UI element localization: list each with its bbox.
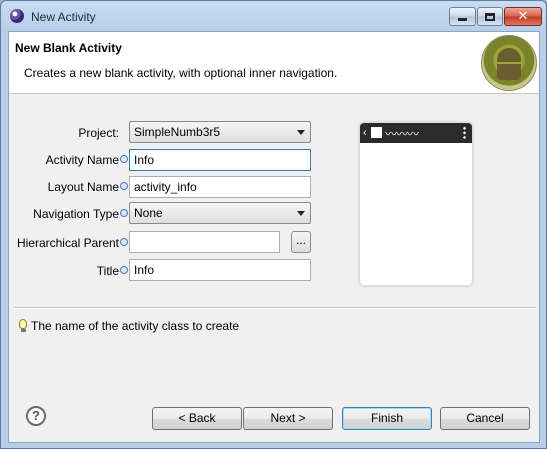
back-button[interactable]: < Back: [152, 407, 242, 430]
maximize-icon: [485, 12, 495, 21]
project-label: Project:: [78, 126, 119, 140]
info-icon: [120, 155, 128, 163]
navigation-type-value: None: [134, 206, 163, 220]
browse-parent-button[interactable]: ...: [291, 231, 311, 253]
hierarchical-parent-field[interactable]: [129, 231, 280, 253]
maximize-button[interactable]: [477, 7, 503, 26]
close-icon: ✕: [517, 9, 529, 24]
info-icon: [120, 238, 128, 246]
minimize-icon: [458, 18, 467, 21]
dialog-body: New Blank Activity Creates a new blank a…: [8, 31, 540, 443]
preview-app-icon: [371, 127, 382, 138]
title-field[interactable]: Info: [129, 259, 311, 281]
close-button[interactable]: ✕: [504, 7, 542, 26]
window-title: New Activity: [31, 10, 96, 24]
android-logo: [481, 35, 537, 91]
project-select-value: SimpleNumb3r5: [134, 125, 221, 139]
status-message: The name of the activity class to create: [31, 319, 240, 333]
android-body-shape: [497, 64, 521, 80]
project-select[interactable]: SimpleNumb3r5: [129, 121, 311, 143]
page-description: Creates a new blank activity, with optio…: [24, 66, 338, 80]
activity-name-field[interactable]: Info: [129, 149, 311, 171]
cancel-button[interactable]: Cancel: [440, 407, 530, 430]
info-icon: [120, 209, 128, 217]
android-head-shape: [497, 48, 521, 62]
preview-up-icon: ‹: [363, 127, 367, 139]
layout-name-label: Layout Name: [47, 180, 119, 194]
chevron-down-icon: [297, 130, 305, 135]
eclipse-icon: [10, 9, 24, 23]
navigation-type-label: Navigation Type: [33, 207, 119, 221]
title-label: Title: [96, 264, 119, 278]
next-button[interactable]: Next >: [243, 407, 333, 430]
activity-name-label: Activity Name: [45, 153, 119, 167]
lightbulb-base: [21, 329, 26, 332]
help-button[interactable]: ?: [26, 406, 46, 426]
wizard-header: New Blank Activity Creates a new blank a…: [9, 32, 539, 94]
preview-action-bar: ‹ 〰〰〰: [360, 123, 472, 143]
minimize-button[interactable]: [449, 7, 476, 26]
layout-name-field[interactable]: activity_info: [129, 176, 311, 198]
navigation-type-select[interactable]: None: [129, 202, 311, 224]
divider: [14, 307, 536, 309]
finish-button[interactable]: Finish: [342, 407, 432, 430]
page-title: New Blank Activity: [15, 41, 122, 55]
activity-preview: ‹ 〰〰〰: [359, 122, 473, 286]
info-icon: [120, 266, 128, 274]
info-icon: [120, 182, 128, 190]
hierarchical-parent-label: Hierarchical Parent: [16, 236, 119, 250]
title-bar[interactable]: New Activity ✕: [1, 1, 546, 31]
preview-title: 〰〰〰: [385, 127, 419, 141]
chevron-down-icon: [297, 211, 305, 216]
dialog-window: New Activity ✕ New Blank Activity Create…: [0, 0, 547, 449]
overflow-menu-icon: [463, 126, 466, 140]
lightbulb-icon: [19, 319, 27, 329]
